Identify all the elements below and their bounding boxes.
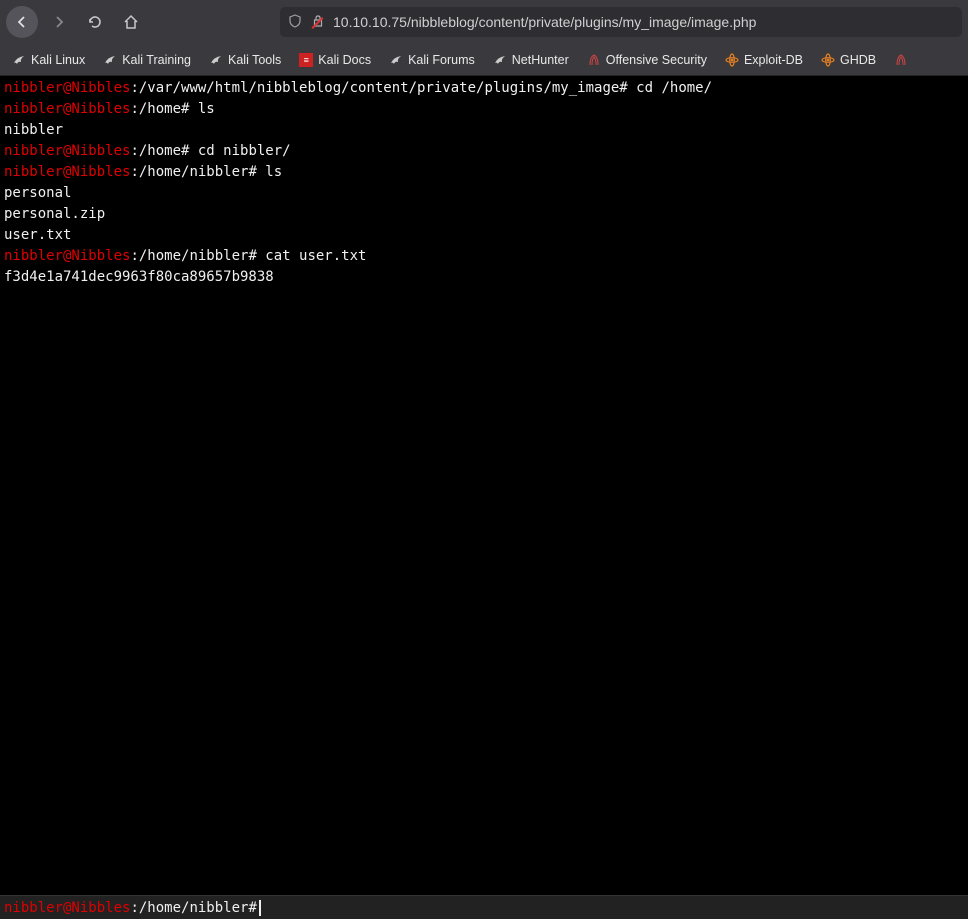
home-icon (123, 14, 139, 30)
bookmark-item[interactable]: Kali Tools (203, 50, 287, 70)
bookmark-label: Exploit-DB (744, 53, 803, 67)
prompt-user: nibbler@Nibbles (4, 101, 130, 117)
kali-dragon-icon (493, 53, 507, 67)
prompt-user: nibbler@Nibbles (4, 900, 130, 916)
offsec-icon (587, 53, 601, 67)
exploit-db-icon (725, 53, 739, 67)
command-text: ls (265, 164, 282, 180)
terminal-line: personal.zip (4, 204, 964, 225)
bookmark-item[interactable]: NetHunter (487, 50, 575, 70)
terminal-prompt-bar[interactable]: nibbler@Nibbles:/home/nibbler# (0, 895, 968, 919)
bookmark-label: Kali Docs (318, 53, 371, 67)
prompt-user: nibbler@Nibbles (4, 143, 130, 159)
bookmark-label: Kali Linux (31, 53, 85, 67)
back-button[interactable] (6, 6, 38, 38)
command-text: cd /home/ (636, 80, 712, 96)
command-text: cd nibbler/ (198, 143, 291, 159)
terminal-line: nibbler@Nibbles:/home# cd nibbler/ (4, 141, 964, 162)
prompt-path: :/home/nibbler# (130, 900, 256, 916)
arrow-right-icon (51, 14, 67, 30)
bookmark-label: GHDB (840, 53, 876, 67)
kali-dragon-icon (12, 53, 26, 67)
terminal-output[interactable]: nibbler@Nibbles:/var/www/html/nibbleblog… (0, 76, 968, 886)
forward-button[interactable] (42, 5, 76, 39)
prompt-path: :/home# (130, 101, 197, 117)
navigation-bar: 10.10.10.75/nibbleblog/content/private/p… (0, 0, 968, 44)
prompt-user: nibbler@Nibbles (4, 248, 130, 264)
prompt-user: nibbler@Nibbles (4, 80, 130, 96)
output-text: f3d4e1a741dec9963f80ca89657b9838 (4, 269, 274, 285)
terminal-line: nibbler (4, 120, 964, 141)
address-bar[interactable]: 10.10.10.75/nibbleblog/content/private/p… (280, 7, 962, 37)
bookmark-label: Kali Tools (228, 53, 281, 67)
bookmark-label: Kali Forums (408, 53, 475, 67)
prompt-path: :/home# (130, 143, 197, 159)
bookmark-item[interactable]: GHDB (815, 50, 882, 70)
reload-icon (87, 14, 103, 30)
kali-dragon-icon (209, 53, 223, 67)
bookmark-item[interactable] (888, 50, 908, 70)
terminal-line: nibbler@Nibbles:/home/nibbler# cat user.… (4, 246, 964, 267)
bookmarks-bar: Kali Linux Kali Training Kali Tools ≡ Kali D… (0, 44, 968, 76)
url-text: 10.10.10.75/nibbleblog/content/private/p… (333, 14, 756, 30)
bookmark-label: Kali Training (122, 53, 191, 67)
bookmark-label: Offensive Security (606, 53, 707, 67)
home-button[interactable] (114, 5, 148, 39)
bookmark-item[interactable]: Offensive Security (581, 50, 713, 70)
bookmark-item[interactable]: Kali Training (97, 50, 197, 70)
insecure-lock-icon (310, 15, 325, 30)
output-text: nibbler (4, 122, 63, 138)
bookmark-item[interactable]: ≡ Kali Docs (293, 50, 377, 70)
reload-button[interactable] (78, 5, 112, 39)
browser-chrome: 10.10.10.75/nibbleblog/content/private/p… (0, 0, 968, 76)
terminal-line: f3d4e1a741dec9963f80ca89657b9838 (4, 267, 964, 288)
terminal-line: nibbler@Nibbles:/var/www/html/nibbleblog… (4, 78, 964, 99)
bookmark-item[interactable]: Kali Forums (383, 50, 481, 70)
terminal-line: nibbler@Nibbles:/home# ls (4, 99, 964, 120)
output-text: user.txt (4, 227, 71, 243)
terminal-line: personal (4, 183, 964, 204)
terminal-line: nibbler@Nibbles:/home/nibbler# ls (4, 162, 964, 183)
bookmark-item[interactable]: Kali Linux (6, 50, 91, 70)
cursor-icon (259, 900, 261, 916)
kali-dragon-icon (103, 53, 117, 67)
prompt-path: :/home/nibbler# (130, 248, 265, 264)
command-text: ls (198, 101, 215, 117)
exploit-db-icon (821, 53, 835, 67)
prompt-path: :/home/nibbler# (130, 164, 265, 180)
arrow-left-icon (14, 14, 30, 30)
terminal-line: user.txt (4, 225, 964, 246)
shield-icon (288, 14, 302, 31)
output-text: personal (4, 185, 71, 201)
bookmark-item[interactable]: Exploit-DB (719, 50, 809, 70)
offsec-icon (894, 53, 908, 67)
bookmark-label: NetHunter (512, 53, 569, 67)
command-text: cat user.txt (265, 248, 366, 264)
prompt-user: nibbler@Nibbles (4, 164, 130, 180)
prompt-path: :/var/www/html/nibbleblog/content/privat… (130, 80, 636, 96)
kali-docs-icon: ≡ (299, 53, 313, 67)
output-text: personal.zip (4, 206, 105, 222)
kali-dragon-icon (389, 53, 403, 67)
